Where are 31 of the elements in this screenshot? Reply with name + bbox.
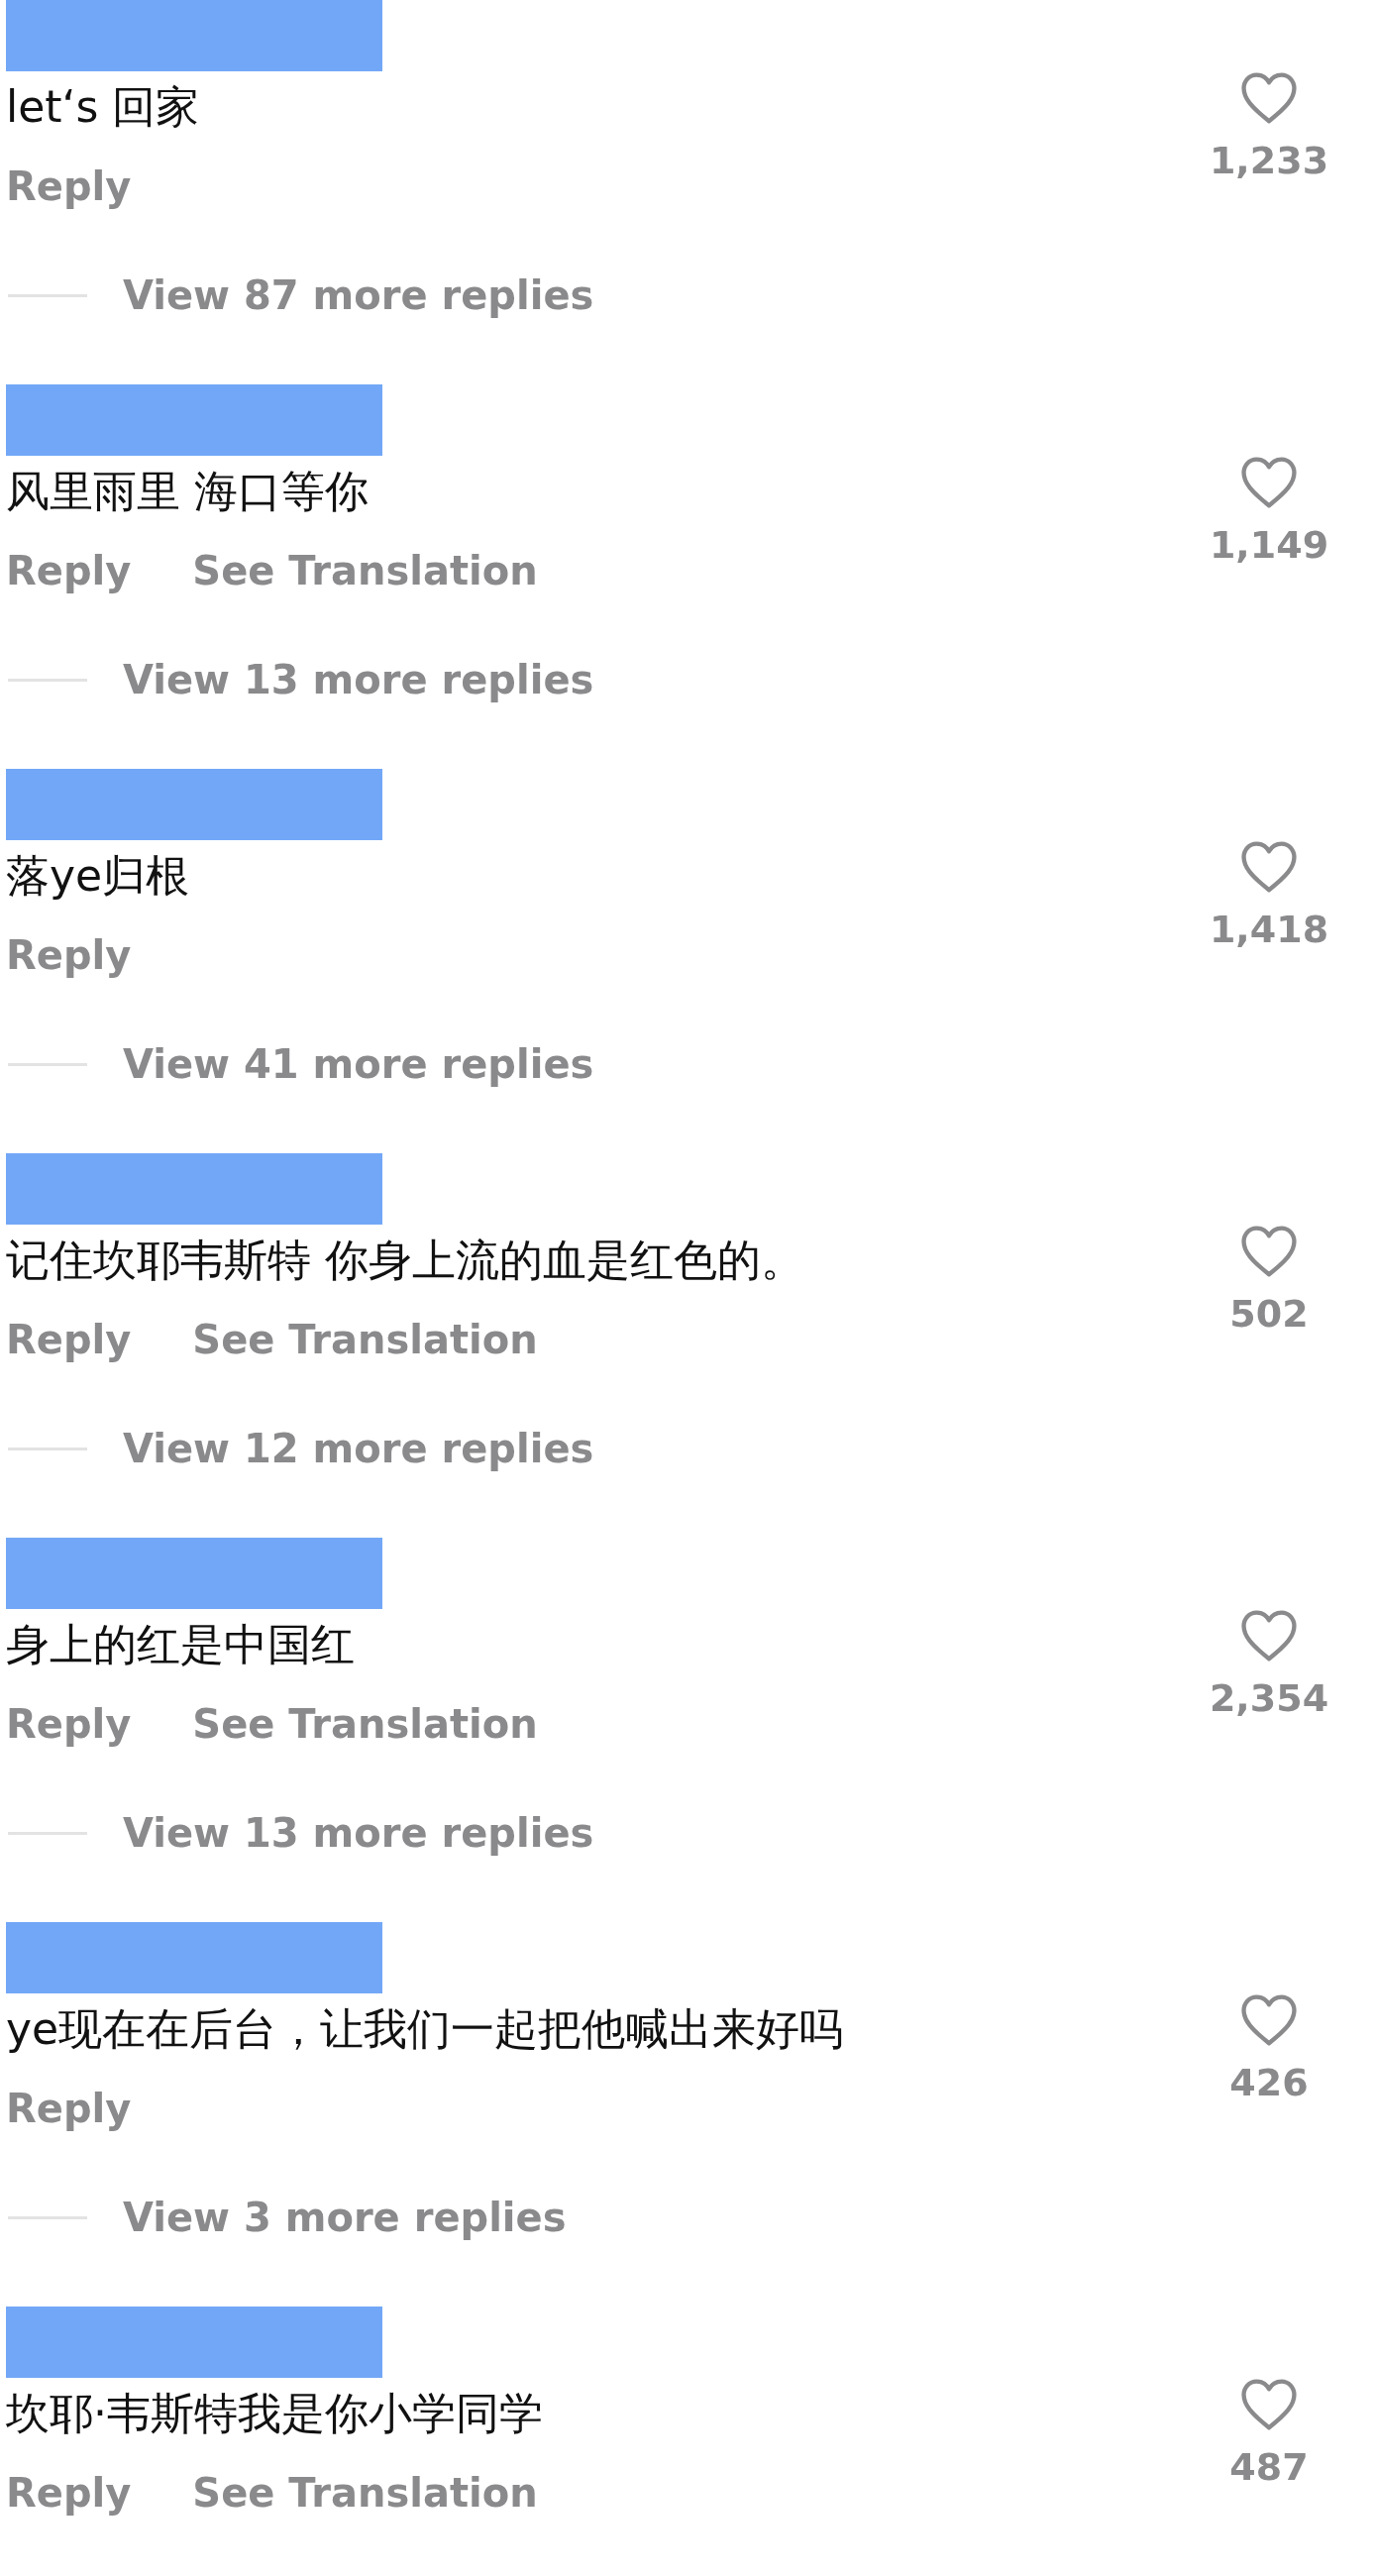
reply-link[interactable]: Reply — [6, 2081, 132, 2136]
comment-text: 落ye归根 — [6, 849, 190, 903]
like-count: 487 — [1229, 2445, 1309, 2489]
reply-link[interactable]: Reply — [6, 2465, 132, 2521]
reply-link[interactable]: Reply — [6, 1312, 132, 1367]
reply-link[interactable]: Reply — [6, 1696, 132, 1752]
comment-text: 身上的红是中国红 — [6, 1618, 356, 1671]
comment-text: 坎耶·韦斯特我是你小学同学 — [6, 2387, 543, 2440]
view-replies-link[interactable]: View 3 more replies — [123, 2195, 567, 2240]
view-replies-link[interactable]: View 41 more replies — [123, 1041, 594, 1087]
like-count: 1,233 — [1209, 139, 1329, 182]
reply-link[interactable]: Reply — [6, 927, 132, 983]
translation-link[interactable]: See Translation — [192, 1312, 538, 1367]
translation-link[interactable]: See Translation — [192, 543, 538, 598]
like-count: 502 — [1229, 1292, 1309, 1336]
translation-link[interactable]: See Translation — [192, 2465, 538, 2521]
view-replies-link[interactable]: View 13 more replies — [123, 657, 594, 702]
translation-link[interactable]: See Translation — [192, 1696, 538, 1752]
like-count: 1,149 — [1209, 523, 1329, 567]
comment-text: let‘s 回家 — [6, 80, 200, 134]
reply-link[interactable]: Reply — [6, 543, 132, 598]
comment-text: 记住坎耶韦斯特 你身上流的血是红色的。 — [6, 1234, 804, 1287]
view-replies-link[interactable]: View 13 more replies — [123, 1810, 594, 1856]
view-replies-link[interactable]: View 12 more replies — [123, 1426, 594, 1471]
like-count: 426 — [1229, 2061, 1309, 2104]
like-count: 2,354 — [1209, 1676, 1329, 1720]
reply-link[interactable]: Reply — [6, 159, 132, 214]
comment-text: 风里雨里 海口等你 — [6, 465, 370, 518]
like-count: 1,418 — [1209, 908, 1329, 951]
comment-text: ye现在在后台，让我们一起把他喊出来好吗 — [6, 2002, 844, 2056]
view-replies-link[interactable]: View 87 more replies — [123, 272, 594, 318]
